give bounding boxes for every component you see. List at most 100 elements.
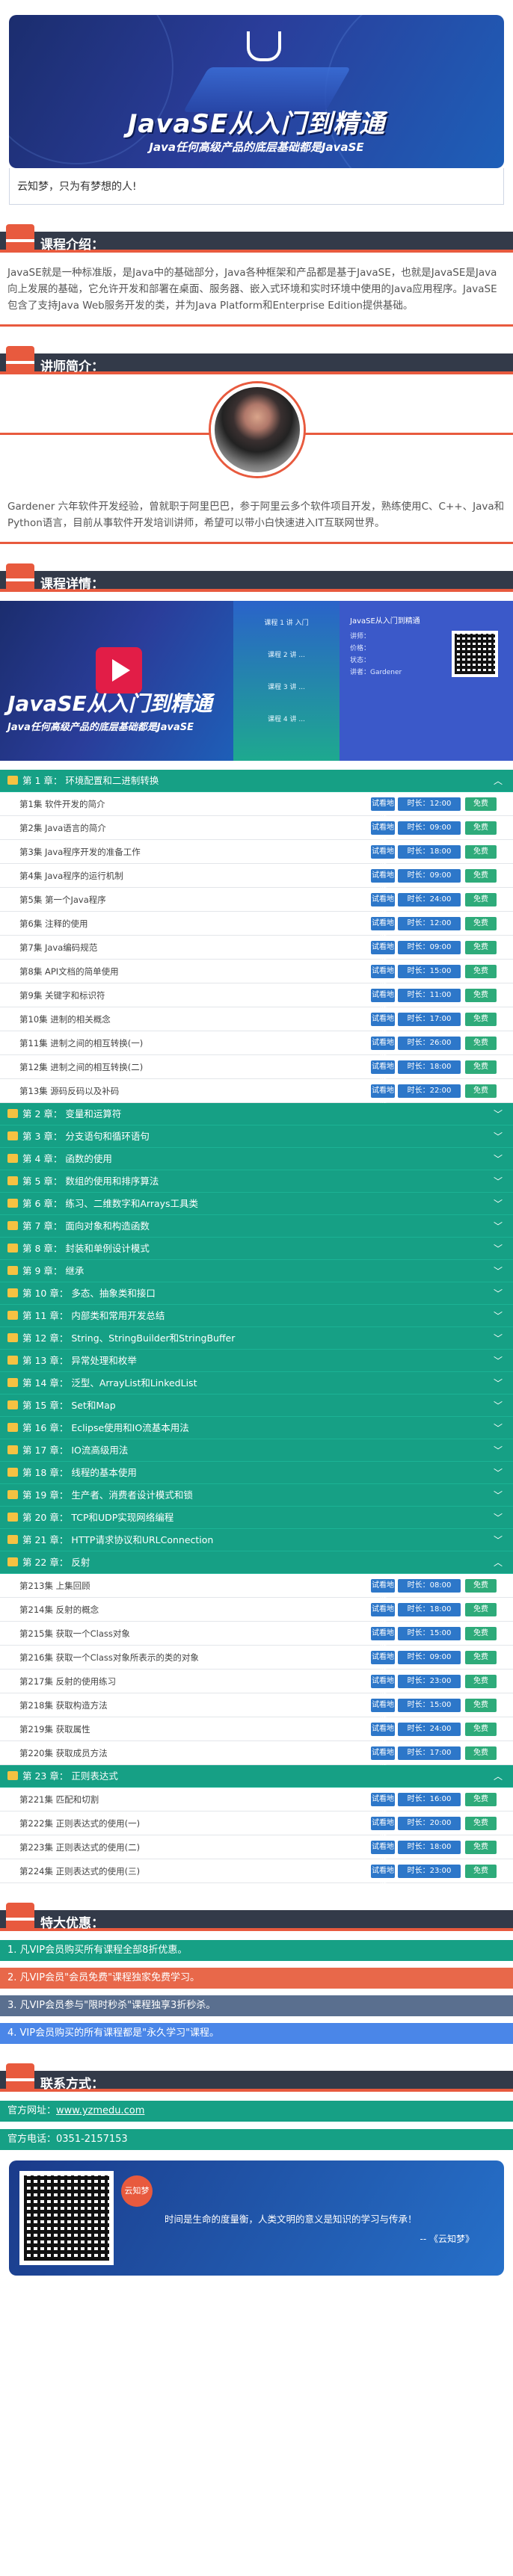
chapter-row[interactable]: 第 3 章： 分支语句和循环语句 ﹀: [0, 1125, 513, 1148]
preview-link[interactable]: 试看地址: [371, 869, 395, 893]
preview-link[interactable]: 试看地址: [371, 1841, 395, 1865]
chevron-down-icon[interactable]: ﹀: [494, 1372, 503, 1394]
chevron-up-icon[interactable]: ︿: [494, 1765, 503, 1788]
chevron-up-icon[interactable]: ︿: [494, 1551, 503, 1574]
chapter-row[interactable]: 第 5 章： 数组的使用和排序算法 ﹀: [0, 1170, 513, 1193]
lesson-row[interactable]: 第13集 源码反码以及补码 试看地址时长：22:00 免费: [0, 1079, 513, 1108]
lesson-row[interactable]: 第5集 第一个Java程序 试看地址时长：24:00 免费: [0, 888, 513, 917]
preview-link[interactable]: 试看地址: [371, 1699, 395, 1723]
chevron-down-icon[interactable]: ﹀: [494, 1125, 503, 1148]
chevron-down-icon[interactable]: ﹀: [494, 1507, 503, 1529]
lesson-row[interactable]: 第218集 获取构造方法 试看地址时长：15:00 免费: [0, 1693, 513, 1723]
preview-link[interactable]: 试看地址: [371, 941, 395, 965]
chevron-down-icon[interactable]: ﹀: [494, 1394, 503, 1417]
lesson-row[interactable]: 第1集 软件开发的简介 试看地址时长：12:00 免费: [0, 792, 513, 821]
chevron-down-icon[interactable]: ﹀: [494, 1148, 503, 1170]
chapter-row[interactable]: 第 6 章： 练习、二维数字和Arrays工具类 ﹀: [0, 1193, 513, 1215]
lesson-row[interactable]: 第223集 正则表达式的使用(二) 试看地址时长：18:00 免费: [0, 1835, 513, 1865]
course-preview-image[interactable]: JavaSE从入门到精通 Java任何高级产品的底层基础都是JavaSE 课程 …: [0, 601, 513, 761]
chevron-down-icon[interactable]: ﹀: [494, 1439, 503, 1462]
lesson-row[interactable]: 第224集 正则表达式的使用(三) 试看地址 时长：23:00 免费: [0, 1859, 513, 1888]
preview-link[interactable]: 试看地址: [371, 1579, 395, 1603]
chevron-up-icon[interactable]: ︿: [494, 770, 503, 792]
chapter-row[interactable]: 第 16 章： Eclipse使用和IO流基本用法 ﹀: [0, 1417, 513, 1439]
chevron-down-icon[interactable]: ﹀: [494, 1215, 503, 1238]
preview-link[interactable]: 试看地址: [371, 965, 395, 989]
lesson-title: 第224集 正则表达式的使用(三): [19, 1866, 141, 1877]
chapter-row[interactable]: 第 12 章： String、StringBuilder和StringBuffe…: [0, 1327, 513, 1350]
chapter-row[interactable]: 第 7 章： 面向对象和构造函数 ﹀: [0, 1215, 513, 1238]
lesson-row[interactable]: 第213集 上集回顾 试看地址时长：08:00 免费: [0, 1574, 513, 1603]
preview-link[interactable]: 试看地址: [371, 821, 395, 845]
chapter-row[interactable]: 第 14 章： 泛型、ArrayList和LinkedList ﹀: [0, 1372, 513, 1394]
lesson-row[interactable]: 第221集 匹配和切割 试看地址时长：16:00 免费: [0, 1788, 513, 1817]
lesson-row[interactable]: 第3集 Java程序开发的准备工作 试看地址时长：18:00 免费: [0, 840, 513, 869]
chapter-row[interactable]: 第 13 章： 异常处理和枚举 ﹀: [0, 1350, 513, 1372]
lesson-row[interactable]: 第9集 关键字和标识符 试看地址时长：11:00 免费: [0, 983, 513, 1013]
preview-link[interactable]: 试看地址: [371, 917, 395, 941]
chapter-row[interactable]: 第 4 章： 函数的使用 ﹀: [0, 1148, 513, 1170]
chapter-row[interactable]: 第 20 章： TCP和UDP实现网络编程 ﹀: [0, 1507, 513, 1529]
chapter-row[interactable]: 第 17 章： IO流高级用法 ﹀: [0, 1439, 513, 1462]
preview-link[interactable]: 试看地址: [371, 797, 395, 821]
lesson-row[interactable]: 第216集 获取一个Class对象所表示的类的对象 试看地址时长：09:00 免费: [0, 1646, 513, 1675]
chapter-row[interactable]: 第 1 章： 环境配置和二进制转换 ︿: [0, 770, 513, 792]
lesson-row[interactable]: 第222集 正则表达式的使用(一) 试看地址时长：20:00 免费: [0, 1811, 513, 1841]
preview-link[interactable]: 试看地址: [371, 1603, 395, 1627]
preview-link[interactable]: 试看地址: [371, 989, 395, 1013]
chapter-row[interactable]: 第 19 章： 生产者、消费者设计模式和锁 ﹀: [0, 1484, 513, 1507]
chevron-down-icon[interactable]: ﹀: [494, 1282, 503, 1305]
chapter-row[interactable]: 第 23 章： 正则表达式 ︿: [0, 1765, 513, 1788]
lesson-row[interactable]: 第10集 进制的相关概念 试看地址时长：17:00 免费: [0, 1007, 513, 1037]
preview-link[interactable]: 试看地址: [371, 1746, 395, 1770]
lesson-row[interactable]: 第215集 获取一个Class对象 试看地址时长：15:00 免费: [0, 1622, 513, 1651]
play-icon[interactable]: [96, 647, 142, 694]
lesson-row[interactable]: 第2集 Java语言的简介 试看地址时长：09:00 免费: [0, 816, 513, 845]
lesson-row[interactable]: 第7集 Java编码规范 试看地址时长：09:00 免费: [0, 936, 513, 965]
preview-link[interactable]: 试看地址: [371, 1817, 395, 1841]
lesson-row[interactable]: 第214集 反射的概念 试看地址时长：18:00 免费: [0, 1598, 513, 1627]
preview-link[interactable]: 试看地址: [371, 845, 395, 869]
chevron-down-icon[interactable]: ﹀: [494, 1462, 503, 1484]
chevron-down-icon[interactable]: ﹀: [494, 1327, 503, 1350]
chevron-down-icon[interactable]: ﹀: [494, 1529, 503, 1551]
chapter-row[interactable]: 第 2 章： 变量和运算符 ﹀: [0, 1103, 513, 1125]
preview-link[interactable]: 试看地址: [371, 1865, 395, 1888]
preview-link[interactable]: 试看地址: [371, 1723, 395, 1746]
lesson-row[interactable]: 第219集 获取属性 试看地址时长：24:00 免费: [0, 1717, 513, 1746]
preview-link[interactable]: 试看地址: [371, 1675, 395, 1699]
chapter-row[interactable]: 第 21 章： HTTP请求协议和URLConnection ﹀: [0, 1529, 513, 1551]
lesson-row[interactable]: 第220集 获取成员方法 试看地址时长：17:00 免费: [0, 1741, 513, 1770]
lesson-row[interactable]: 第8集 API文档的简单使用 试看地址时长：15:00 免费: [0, 960, 513, 989]
preview-link[interactable]: 试看地址: [371, 1084, 395, 1108]
chapter-row[interactable]: 第 18 章： 线程的基本使用 ﹀: [0, 1462, 513, 1484]
preview-link[interactable]: 试看地址: [371, 1013, 395, 1037]
chevron-down-icon[interactable]: ﹀: [494, 1193, 503, 1215]
chapter-row[interactable]: 第 10 章： 多态、抽象类和接口 ﹀: [0, 1282, 513, 1305]
chevron-down-icon[interactable]: ﹀: [494, 1350, 503, 1372]
chevron-down-icon[interactable]: ﹀: [494, 1103, 503, 1125]
preview-link[interactable]: 试看地址: [371, 1627, 395, 1651]
lesson-row[interactable]: 第12集 进制之间的相互转换(二) 试看地址时长：18:00 免费: [0, 1055, 513, 1084]
site-link[interactable]: www.yzmedu.com: [56, 2105, 144, 2116]
lesson-row[interactable]: 第6集 注释的使用 试看地址时长：12:00 免费: [0, 912, 513, 941]
lesson-row[interactable]: 第11集 进制之间的相互转换(一) 试看地址时长：26:00 免费: [0, 1031, 513, 1060]
chevron-down-icon[interactable]: ﹀: [494, 1417, 503, 1439]
chevron-down-icon[interactable]: ﹀: [494, 1238, 503, 1260]
preview-link[interactable]: 试看地址: [371, 1651, 395, 1675]
chevron-down-icon[interactable]: ﹀: [494, 1260, 503, 1282]
chevron-down-icon[interactable]: ﹀: [494, 1484, 503, 1507]
chapter-row[interactable]: 第 9 章： 继承 ﹀: [0, 1260, 513, 1282]
preview-link[interactable]: 试看地址: [371, 1060, 395, 1084]
preview-link[interactable]: 试看地址: [371, 893, 395, 917]
chevron-down-icon[interactable]: ﹀: [494, 1305, 503, 1327]
chapter-row[interactable]: 第 15 章： Set和Map ﹀: [0, 1394, 513, 1417]
lesson-row[interactable]: 第217集 反射的使用练习 试看地址时长：23:00 免费: [0, 1670, 513, 1699]
chapter-row[interactable]: 第 22 章： 反射 ︿: [0, 1551, 513, 1574]
chapter-row[interactable]: 第 8 章： 封装和单例设计模式 ﹀: [0, 1238, 513, 1260]
chevron-down-icon[interactable]: ﹀: [494, 1170, 503, 1193]
lesson-row[interactable]: 第4集 Java程序的运行机制 试看地址时长：09:00 免费: [0, 864, 513, 893]
chapter-row[interactable]: 第 11 章： 内部类和常用开发总结 ﹀: [0, 1305, 513, 1327]
preview-link[interactable]: 试看地址: [371, 1037, 395, 1060]
preview-link[interactable]: 试看地址: [371, 1793, 395, 1817]
